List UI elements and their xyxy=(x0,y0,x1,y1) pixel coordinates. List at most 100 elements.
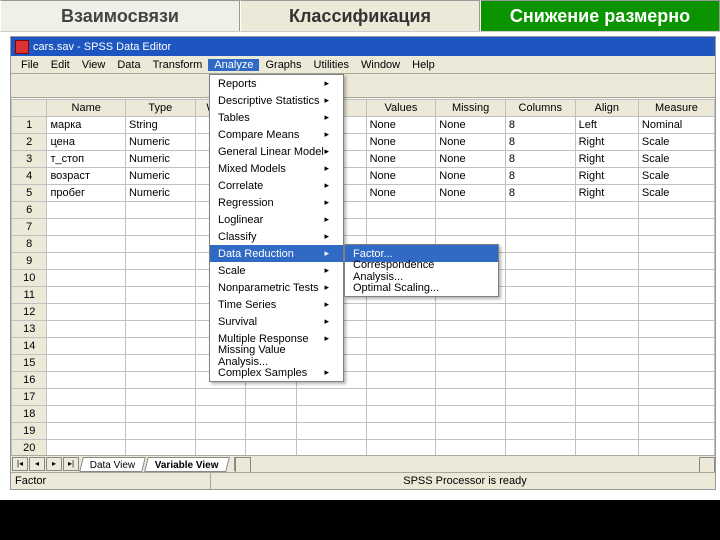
cell-name[interactable]: марка xyxy=(47,117,126,134)
mi-regression[interactable]: Regression▸ xyxy=(210,194,343,211)
mi-time-series[interactable]: Time Series▸ xyxy=(210,296,343,313)
mi-missing-value[interactable]: Missing Value Analysis... xyxy=(210,347,343,364)
menu-view[interactable]: View xyxy=(76,59,112,71)
cell-columns[interactable]: 8 xyxy=(505,168,575,185)
menu-graphs[interactable]: Graphs xyxy=(259,59,307,71)
cell-columns[interactable]: 8 xyxy=(505,117,575,134)
cell-missing[interactable]: None xyxy=(436,117,506,134)
row-header[interactable]: 1 xyxy=(12,117,47,134)
cell-name[interactable]: пробег xyxy=(47,185,126,202)
mi-reports[interactable]: Reports▸ xyxy=(210,75,343,92)
mi-correspondence[interactable]: Correspondence Analysis... xyxy=(345,262,498,279)
cell-columns[interactable]: 8 xyxy=(505,151,575,168)
scroll-last-icon[interactable]: ▸| xyxy=(63,457,79,471)
mi-data-reduction[interactable]: Data Reduction▸ xyxy=(210,245,343,262)
table-row: 7 xyxy=(12,219,715,236)
cell-type[interactable]: Numeric xyxy=(125,151,195,168)
col-name[interactable]: Name xyxy=(47,100,126,117)
cell-name[interactable]: цена xyxy=(47,134,126,151)
tab-dim-reduction[interactable]: Снижение размерно xyxy=(480,0,720,31)
col-missing[interactable]: Missing xyxy=(436,100,506,117)
cell-type[interactable]: Numeric xyxy=(125,168,195,185)
menu-file[interactable]: File xyxy=(15,59,45,71)
cell-align[interactable]: Right xyxy=(575,151,638,168)
row-header[interactable]: 13 xyxy=(12,321,47,338)
mi-descriptive[interactable]: Descriptive Statistics▸ xyxy=(210,92,343,109)
cell-align[interactable]: Right xyxy=(575,134,638,151)
menu-analyze[interactable]: Analyze xyxy=(208,59,259,71)
col-columns[interactable]: Columns xyxy=(505,100,575,117)
col-measure[interactable]: Measure xyxy=(638,100,714,117)
cell-type[interactable]: String xyxy=(125,117,195,134)
row-header[interactable]: 6 xyxy=(12,202,47,219)
menu-data[interactable]: Data xyxy=(111,59,146,71)
mi-scale[interactable]: Scale▸ xyxy=(210,262,343,279)
col-values[interactable]: Values xyxy=(366,100,436,117)
row-header[interactable]: 4 xyxy=(12,168,47,185)
row-header[interactable]: 11 xyxy=(12,287,47,304)
row-header[interactable]: 8 xyxy=(12,236,47,253)
mi-classify[interactable]: Classify▸ xyxy=(210,228,343,245)
cell-type[interactable]: Numeric xyxy=(125,185,195,202)
mi-survival[interactable]: Survival▸ xyxy=(210,313,343,330)
tab-variable-view[interactable]: Variable View xyxy=(145,457,230,472)
cell-values[interactable]: None xyxy=(366,117,436,134)
mi-mixed[interactable]: Mixed Models▸ xyxy=(210,160,343,177)
mi-glm[interactable]: General Linear Model▸ xyxy=(210,143,343,160)
row-header[interactable]: 17 xyxy=(12,389,47,406)
cell-align[interactable]: Right xyxy=(575,168,638,185)
cell-values[interactable]: None xyxy=(366,185,436,202)
cell-measure[interactable]: Scale xyxy=(638,185,714,202)
scroll-first-icon[interactable]: |◂ xyxy=(12,457,28,471)
mi-nonparametric[interactable]: Nonparametric Tests▸ xyxy=(210,279,343,296)
tab-classification[interactable]: Классификация xyxy=(240,0,480,31)
cell-columns[interactable]: 8 xyxy=(505,185,575,202)
mi-compare-means[interactable]: Compare Means▸ xyxy=(210,126,343,143)
cell-values[interactable]: None xyxy=(366,134,436,151)
row-header[interactable]: 19 xyxy=(12,423,47,440)
row-header[interactable]: 16 xyxy=(12,372,47,389)
cell-columns[interactable]: 8 xyxy=(505,134,575,151)
row-header[interactable]: 2 xyxy=(12,134,47,151)
row-header[interactable]: 10 xyxy=(12,270,47,287)
cell-measure[interactable]: Scale xyxy=(638,134,714,151)
row-header[interactable]: 20 xyxy=(12,440,47,456)
cell-name[interactable]: возраст xyxy=(47,168,126,185)
col-align[interactable]: Align xyxy=(575,100,638,117)
cell-name[interactable]: т_стоп xyxy=(47,151,126,168)
row-header[interactable]: 3 xyxy=(12,151,47,168)
row-header[interactable]: 5 xyxy=(12,185,47,202)
cell-missing[interactable]: None xyxy=(436,151,506,168)
menu-help[interactable]: Help xyxy=(406,59,441,71)
row-header[interactable]: 18 xyxy=(12,406,47,423)
row-header[interactable]: 9 xyxy=(12,253,47,270)
cell-measure[interactable]: Scale xyxy=(638,151,714,168)
cell-missing[interactable]: None xyxy=(436,168,506,185)
cell-align[interactable]: Right xyxy=(575,185,638,202)
mi-loglinear[interactable]: Loglinear▸ xyxy=(210,211,343,228)
tab-relationships[interactable]: Взаимосвязи xyxy=(0,0,240,31)
mi-tables[interactable]: Tables▸ xyxy=(210,109,343,126)
col-type[interactable]: Type xyxy=(125,100,195,117)
menu-transform[interactable]: Transform xyxy=(147,59,209,71)
menu-edit[interactable]: Edit xyxy=(45,59,76,71)
cell-values[interactable]: None xyxy=(366,168,436,185)
cell-measure[interactable]: Nominal xyxy=(638,117,714,134)
row-header[interactable]: 7 xyxy=(12,219,47,236)
scroll-next-icon[interactable]: ▸ xyxy=(46,457,62,471)
menu-window[interactable]: Window xyxy=(355,59,406,71)
mi-correlate[interactable]: Correlate▸ xyxy=(210,177,343,194)
cell-missing[interactable]: None xyxy=(436,134,506,151)
scroll-prev-icon[interactable]: ◂ xyxy=(29,457,45,471)
tab-data-view[interactable]: Data View xyxy=(79,457,146,472)
cell-missing[interactable]: None xyxy=(436,185,506,202)
row-header[interactable]: 14 xyxy=(12,338,47,355)
cell-align[interactable]: Left xyxy=(575,117,638,134)
horizontal-scrollbar[interactable] xyxy=(234,457,715,471)
row-header[interactable]: 15 xyxy=(12,355,47,372)
row-header[interactable]: 12 xyxy=(12,304,47,321)
cell-measure[interactable]: Scale xyxy=(638,168,714,185)
cell-type[interactable]: Numeric xyxy=(125,134,195,151)
menu-utilities[interactable]: Utilities xyxy=(308,59,355,71)
cell-values[interactable]: None xyxy=(366,151,436,168)
